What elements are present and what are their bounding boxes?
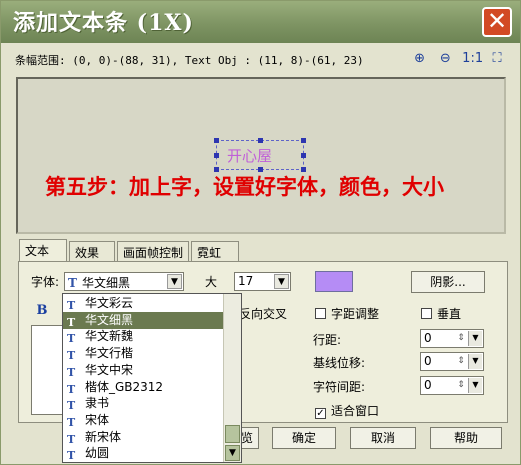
window-title: 添加文本条 (1X)	[13, 10, 194, 36]
bold-button[interactable]: B	[32, 301, 52, 321]
add-text-dialog: 添加文本条 (1X) ✕ 条幅范围: (0, 0)-(88, 31), Text…	[0, 0, 521, 465]
font-list-item[interactable]: T 宋体	[63, 412, 223, 429]
font-list-item-label: 宋体	[85, 412, 110, 427]
ok-button[interactable]: 确定	[272, 427, 336, 449]
resize-handle[interactable]	[214, 153, 219, 158]
font-list-item-label: 楷体_GB2312	[85, 379, 164, 394]
scrollbar-thumb[interactable]	[225, 425, 240, 443]
font-list-item-label: 新宋体	[85, 429, 122, 444]
color-swatch[interactable]	[315, 271, 353, 292]
font-list-item[interactable]: T 华文中宋	[63, 362, 223, 379]
baseline-label: 基线位移:	[313, 356, 366, 370]
title-bar[interactable]: 添加文本条 (1X) ✕	[1, 1, 520, 43]
resize-handle[interactable]	[301, 153, 306, 158]
font-list-item-label: 华文行楷	[85, 346, 134, 361]
font-list-item-label: 华文彩云	[85, 296, 134, 310]
font-list-item[interactable]: T 楷体_GB2312	[63, 379, 223, 396]
chevron-down-icon[interactable]: ▼	[468, 331, 482, 346]
font-list-item[interactable]: T 华文行楷	[63, 345, 223, 362]
font-list-item-label: 华文中宋	[85, 362, 134, 377]
font-list-item-label: 隶书	[85, 396, 110, 411]
font-label: 字体:	[31, 275, 60, 289]
font-list-item[interactable]: T 新宋体	[63, 429, 223, 446]
cancel-button[interactable]: 取消	[350, 427, 416, 449]
font-type-icon: T	[67, 399, 76, 413]
resize-handle[interactable]	[214, 138, 219, 143]
spinner-arrows-icon[interactable]: ⇕	[455, 331, 467, 346]
fit-window-icon[interactable]: ⛶	[488, 51, 506, 69]
font-list-item[interactable]: T 隶书	[63, 395, 223, 412]
vertical-checkbox[interactable]: 垂直	[421, 305, 461, 322]
font-select[interactable]: T 华文细黑 ▼	[64, 272, 184, 291]
font-list-item[interactable]: T 幼圆	[63, 445, 223, 462]
preview-text: 开心屋	[227, 147, 273, 165]
help-button[interactable]: 帮助	[430, 427, 502, 449]
kerning-checkbox[interactable]: 字距调整	[315, 305, 379, 322]
font-list-item-label: 幼圆	[85, 446, 110, 461]
zoom-out-icon[interactable]: ⊖	[436, 51, 454, 69]
zoom-toolbar: ⊕ ⊖ 1:1 ⛶	[407, 51, 506, 69]
baseline-spinner[interactable]: 0 ⇕ ▼	[420, 352, 484, 371]
bounds-readout: 条幅范围: (0, 0)-(88, 31), Text Obj : (11, 8…	[15, 54, 364, 67]
font-list-item[interactable]: T 华文彩云	[63, 295, 223, 312]
tab-neon[interactable]: 霓虹	[191, 241, 239, 261]
shadow-button[interactable]: 阴影...	[411, 271, 485, 293]
font-type-icon: T	[67, 365, 76, 379]
font-type-icon: T	[68, 276, 77, 290]
font-type-icon: T	[67, 349, 76, 363]
font-list-item-label: 华文细黑	[85, 312, 134, 327]
chevron-down-icon[interactable]: ▼	[225, 445, 240, 461]
line-spacing-label: 行距:	[313, 333, 342, 347]
font-list-item[interactable]: T 华文新魏	[63, 328, 223, 345]
font-type-icon: T	[67, 332, 76, 346]
char-spacing-spinner[interactable]: 0 ⇕ ▼	[420, 376, 484, 395]
font-type-icon: T	[67, 299, 76, 312]
chevron-down-icon[interactable]: ▼	[274, 274, 289, 289]
chevron-down-icon[interactable]: ▼	[468, 378, 482, 393]
resize-handle[interactable]	[301, 138, 306, 143]
spinner-arrows-icon[interactable]: ⇕	[455, 378, 467, 393]
font-type-icon: T	[67, 449, 76, 463]
resize-handle[interactable]	[258, 138, 263, 143]
tab-frame-control[interactable]: 画面帧控制	[117, 241, 189, 261]
size-select-value: 17	[238, 274, 254, 288]
font-type-icon: T	[67, 382, 76, 396]
tab-effects[interactable]: 效果	[69, 241, 115, 261]
reverse-cross-label[interactable]: 反向交叉	[239, 305, 287, 322]
font-list-item[interactable]: T 华文细黑	[63, 311, 223, 329]
font-dropdown-list[interactable]: T 幼圆 T 新宋体 T 宋体 T 隶书 T 楷体_GB2312 T 华文中宋 T 华文行楷 T 华文新魏 T 华…	[62, 293, 242, 463]
line-spacing-spinner[interactable]: 0 ⇕ ▼	[420, 329, 484, 348]
size-label: 大	[205, 275, 218, 289]
font-type-icon: T	[67, 315, 76, 329]
step-instruction: 第五步：加上字，设置好字体，颜色，大小	[45, 175, 444, 199]
checkbox-box	[421, 308, 432, 319]
spinner-arrows-icon[interactable]: ⇕	[455, 354, 467, 369]
dropdown-scrollbar[interactable]: ▼	[223, 294, 241, 462]
checkbox-box	[315, 308, 326, 319]
checkmark-icon: ✓	[315, 408, 326, 419]
chevron-down-icon[interactable]: ▼	[167, 274, 182, 289]
fit-window-checkbox[interactable]: ✓ 适合窗口	[315, 402, 379, 419]
text-object-selection[interactable]: 开心屋	[214, 138, 306, 172]
close-button[interactable]: ✕	[482, 7, 512, 37]
actual-size-icon[interactable]: 1:1	[462, 51, 483, 69]
font-type-icon: T	[67, 415, 76, 429]
size-select[interactable]: 17 ▼	[234, 272, 291, 291]
font-type-icon: T	[67, 432, 76, 446]
preview-canvas[interactable]: 开心屋	[16, 77, 506, 234]
tab-text[interactable]: 文本	[19, 239, 67, 261]
font-select-value: 华文细黑	[82, 276, 131, 290]
zoom-in-icon[interactable]: ⊕	[411, 51, 429, 69]
char-spacing-label: 字符间距:	[313, 380, 366, 394]
font-list-item-label: 华文新魏	[85, 329, 134, 344]
chevron-down-icon[interactable]: ▼	[468, 354, 482, 369]
